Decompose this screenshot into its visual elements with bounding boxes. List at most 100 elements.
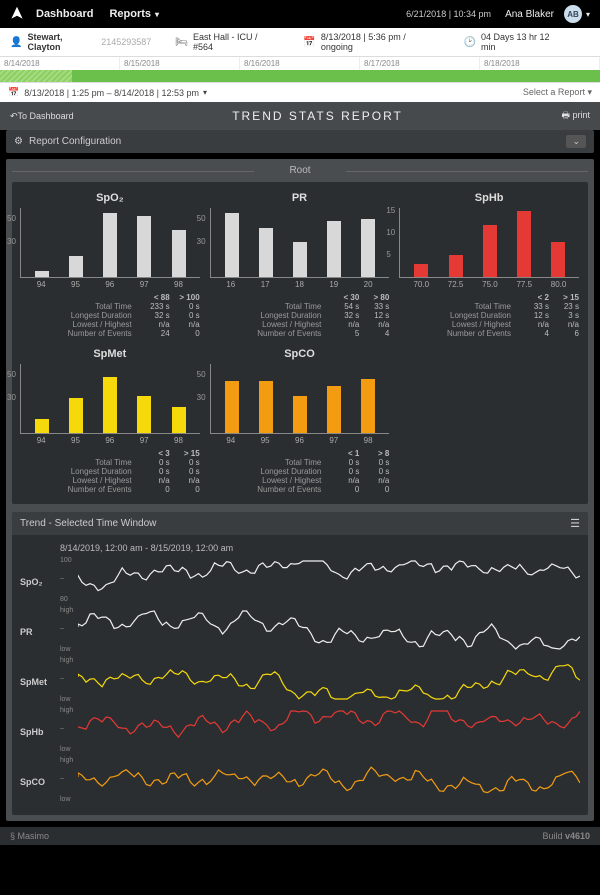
y-tick: 30 (7, 237, 16, 246)
select-report-dropdown[interactable]: Select a Report ▾ (523, 87, 592, 98)
trend-panel: 8/14/2019, 12:00 am - 8/15/2019, 12:00 a… (12, 535, 588, 815)
gear-icon: ⚙ (14, 136, 23, 147)
stats-row: Lowest / Highestn/an/a (20, 476, 200, 485)
stats-row: Total Time233 s0 s (20, 302, 200, 311)
stats-header: < 30> 80 (210, 293, 390, 302)
stats-table: < 1> 8Total Time0 s0 sLongest Duration0 … (210, 449, 390, 494)
trend-y-label: – (60, 625, 64, 632)
session-timeline[interactable]: 8/14/20188/15/20188/16/20188/17/20188/18… (0, 57, 600, 82)
stats-header: < 3> 15 (20, 449, 200, 458)
bar (327, 386, 341, 433)
trend-y-label: – (60, 725, 64, 732)
stats-row: Lowest / Highestn/an/a (210, 320, 390, 329)
bar (517, 211, 531, 277)
chart-title: SpCO (210, 348, 390, 360)
y-tick: 50 (7, 370, 16, 379)
calendar-range-icon[interactable]: 📅 (8, 87, 19, 98)
trend-y-label: high (60, 607, 73, 614)
avatar[interactable]: AB (564, 5, 582, 23)
stats-row: Lowest / Highestn/an/a (20, 320, 200, 329)
stats-table: < 88> 100Total Time233 s0 sLongest Durat… (20, 293, 200, 338)
bar (293, 396, 307, 433)
spark-svg (78, 657, 580, 703)
clock-icon: 🕑 (464, 37, 476, 48)
bar (172, 230, 186, 277)
root-label: Root (12, 165, 588, 176)
x-labels: 9495969798 (20, 434, 200, 445)
trend-y-label: low (60, 746, 71, 753)
chart-title: SpHb (399, 192, 579, 204)
topbar: Dashboard Reports▾ 6/21/2018 | 10:34 pm … (0, 0, 600, 28)
bar (293, 242, 307, 277)
trend-sparkline: high–low (60, 757, 580, 803)
y-tick: 50 (197, 370, 206, 379)
chart-title: SpO₂ (20, 192, 200, 204)
trend-row-label: SpCO (20, 773, 60, 787)
bar (103, 213, 117, 277)
back-to-dashboard-link[interactable]: ↶ To Dashboard (10, 111, 74, 122)
location-seg: 🛏 East Hall - ICU / #564 (175, 32, 279, 52)
stats-table: < 2> 15Total Time33 s23 sLongest Duratio… (399, 293, 579, 338)
nav-dashboard[interactable]: Dashboard (36, 8, 93, 20)
y-tick: 30 (7, 393, 16, 402)
x-labels: 9495969798 (20, 278, 200, 289)
stats-row: Total Time54 s33 s (210, 302, 390, 311)
nav-reports[interactable]: Reports▾ (109, 8, 159, 20)
config-label: Report Configuration (29, 136, 121, 147)
trend-row: SpHbhigh–low (20, 707, 580, 753)
trend-y-label: – (60, 575, 64, 582)
y-tick: 10 (386, 228, 395, 237)
user-menu-caret-icon[interactable]: ▾ (586, 10, 590, 19)
stats-row: Total Time0 s0 s (210, 458, 390, 467)
root-section: Root SpO₂30509495969798< 88> 100Total Ti… (6, 159, 594, 821)
trend-row: SpO₂100–80 (20, 557, 580, 603)
bar (551, 242, 565, 277)
stats-row: Longest Duration32 s0 s (20, 311, 200, 320)
trend-y-label: high (60, 657, 73, 664)
bar (259, 228, 273, 277)
trend-row: PRhigh–low (20, 607, 580, 653)
trend-row: SpMethigh–low (20, 657, 580, 703)
report-config-bar[interactable]: ⚙ Report Configuration ⌄ (6, 130, 594, 153)
timeline-bar[interactable] (0, 70, 600, 82)
timeline-date: 8/15/2018 (120, 57, 240, 70)
timeline-date: 8/14/2018 (0, 57, 120, 70)
trend-y-label: – (60, 775, 64, 782)
stats-row: Total Time33 s23 s (399, 302, 579, 311)
range-caret-icon[interactable]: ▾ (203, 88, 207, 97)
stats-header: < 1> 8 (210, 449, 390, 458)
trend-title: Trend - Selected Time Window (20, 518, 156, 529)
bar (69, 256, 83, 277)
session-seg: 📅 8/13/2018 | 5:36 pm / ongoing (303, 32, 439, 52)
bar (361, 379, 375, 433)
range-bar: 📅 8/13/2018 | 1:25 pm – 8/14/2018 | 12:5… (0, 82, 600, 102)
chart-spo2: SpO₂30509495969798< 88> 100Total Time233… (20, 192, 200, 338)
stats-row: Number of Events46 (399, 329, 579, 338)
bar (137, 216, 151, 277)
trend-y-label: 100 (60, 557, 72, 564)
footer: § Masimo Build v4610 (0, 827, 600, 845)
trend-row-label: SpO₂ (20, 573, 60, 587)
bar (225, 381, 239, 434)
patient-mrn: 2145293587 (101, 37, 151, 47)
bar (35, 271, 49, 277)
build-label: Build (542, 831, 562, 841)
brand-logo-icon (10, 6, 24, 23)
config-expand-icon[interactable]: ⌄ (566, 135, 586, 148)
print-button[interactable]: 🖶 print (561, 108, 590, 124)
bar (35, 419, 49, 433)
stats-row: Longest Duration0 s0 s (20, 467, 200, 476)
x-labels: 9495969798 (210, 434, 390, 445)
y-tick: 30 (197, 393, 206, 402)
timeline-date: 8/16/2018 (240, 57, 360, 70)
y-tick: 30 (197, 237, 206, 246)
user-name[interactable]: Ana Blaker (505, 9, 554, 20)
stats-row: Number of Events00 (20, 485, 200, 494)
y-tick: 50 (7, 214, 16, 223)
range-text[interactable]: 8/13/2018 | 1:25 pm – 8/14/2018 | 12:53 … (24, 88, 199, 98)
y-tick: 15 (386, 206, 395, 215)
bar (103, 377, 117, 433)
stats-row: Longest Duration12 s3 s (399, 311, 579, 320)
trend-menu-icon[interactable]: ☰ (570, 517, 580, 530)
bar (414, 264, 428, 277)
